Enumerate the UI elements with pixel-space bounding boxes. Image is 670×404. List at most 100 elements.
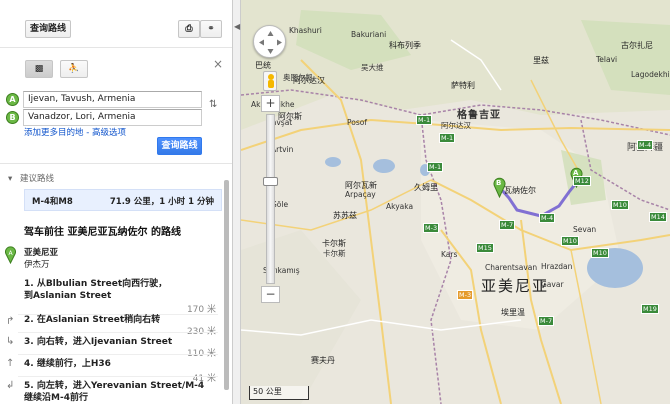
suggested-routes-label: 建议路线 (19, 174, 54, 184)
start-city: 伊杰万 (24, 260, 50, 270)
suggested-routes-header[interactable]: ▾ 建议路线 (8, 172, 54, 184)
highway-shield: M15 (476, 243, 494, 253)
highway-shield: M12 (573, 176, 591, 186)
divider (18, 376, 218, 377)
city-label: 里兹 (533, 56, 549, 65)
pegman-icon[interactable] (263, 71, 277, 91)
place-label: Bakuriani (351, 30, 387, 39)
print-button[interactable]: ⎙ (178, 20, 200, 38)
origin-input[interactable]: Ijevan, Tavush, Armenia (23, 91, 202, 108)
highway-shield: M14 (649, 212, 667, 222)
directions-heading: 驾车前往 亚美尼亚瓦纳佐尔 的路线 (24, 227, 181, 238)
step-5[interactable]: ↲ 5. 向左转，进入Yerevanian Street/M-4 继续沿M-4前行 (0, 380, 232, 404)
place-label: Kars (441, 250, 458, 259)
place-label: Khashuri (289, 26, 322, 35)
link-icon: ⚭ (207, 24, 215, 34)
lake (325, 157, 341, 167)
route-summary: 71.9 公里，1 小时 1 分钟 (109, 197, 214, 207)
city-label: 苏苏兹 (333, 211, 357, 220)
scale-label: 50 公里 (253, 387, 282, 396)
highway-shield: M-1 (427, 162, 444, 172)
divider (18, 354, 218, 355)
collapse-icon: ▾ (8, 174, 13, 184)
highway-shield: M-4 (637, 140, 654, 150)
get-directions-top-button[interactable]: 查询路线 (25, 20, 71, 38)
place-label: Posof (347, 118, 367, 127)
highway-shield: M-3 (457, 290, 474, 300)
close-icon[interactable]: × (213, 57, 223, 71)
panel-scrollbar[interactable] (224, 180, 229, 390)
step-text: 4. 继续前行，上H36 (24, 359, 111, 369)
add-destination-link[interactable]: 添加更多目的地 (24, 128, 84, 138)
destination-links: 添加更多目的地 - 高级选项 (24, 126, 126, 138)
place-label: Gavar (541, 280, 564, 289)
car-icon: ▩ (34, 64, 44, 74)
city-label: 久姆里 (414, 183, 438, 192)
place-label: Telavi (596, 55, 618, 64)
options-link[interactable]: 高级选项 (92, 128, 126, 138)
highway-shield: M-4 (539, 213, 556, 223)
scale-bar: 50 公里 (249, 386, 309, 400)
step-text: 5. 向左转，进入Yerevanian Street/M-4 继续沿M-4前行 (24, 380, 204, 404)
place-label: Lagodekhi (631, 70, 670, 79)
swap-icon[interactable]: ⇅ (209, 99, 217, 110)
place-label: 奥图尔凯 (283, 73, 313, 82)
step-line: 继续沿M-4前行 (24, 393, 88, 403)
step-line: 到Aslanian Street (24, 291, 112, 301)
marker-b-label: B (496, 179, 502, 187)
place-label: Sevan (573, 225, 597, 234)
destination-marker: B (6, 111, 19, 124)
city-label: 埃里温 (501, 308, 525, 317)
highway-shield: M-1 (416, 115, 433, 125)
city-label: 瓦纳佐尔 (504, 186, 536, 195)
origin-marker: A (6, 93, 19, 106)
highway-shield: M19 (641, 304, 659, 314)
step-line: 1. 从Blbulian Street向西行驶， (24, 279, 168, 289)
pan-control-icon (259, 31, 282, 54)
divider (18, 332, 218, 333)
route-option[interactable]: M-4和M8 71.9 公里，1 小时 1 分钟 (24, 189, 222, 211)
city-label: 古尔扎尼 (621, 41, 653, 50)
place-label: 吴大维 (361, 63, 384, 72)
mode-walk-button[interactable]: ⛹ (60, 60, 88, 78)
turn-slight-right-icon: ↱ (6, 316, 15, 327)
collapse-panel-icon: ◀ (234, 22, 241, 31)
step-text: 3. 向右转，进入Ijevanian Street (24, 337, 173, 347)
step-text: 2. 在Aslanian Street稍向右转 (24, 315, 161, 325)
place-label: Arpaçay (345, 190, 376, 199)
highway-shield: M-1 (439, 133, 456, 143)
link-separator: - (83, 128, 92, 138)
destination-input[interactable]: Vanadzor, Lori, Armenia (23, 109, 202, 126)
step-line: 5. 向左转，进入Yerevanian Street/M-4 (24, 381, 205, 391)
highway-shield: M10 (561, 236, 579, 246)
step-text: 1. 从Blbulian Street向西行驶， 到Aslanian Street (24, 278, 167, 302)
get-directions-button[interactable]: 查询路线 (157, 137, 202, 155)
map-view[interactable]: A B 格鲁吉亚 亚美尼亚 阿塞拜疆 久姆里 瓦纳佐尔 卡尔斯 阿尔瓦新 阿尔斯… (241, 0, 670, 404)
step-1[interactable]: 1. 从Blbulian Street向西行驶， 到Aslanian Street… (0, 278, 232, 315)
printer-icon: ⎙ (185, 24, 193, 34)
panel-toggle[interactable]: ◀ (232, 0, 241, 404)
divider (0, 47, 232, 48)
divider (0, 163, 232, 164)
zoom-slider-thumb[interactable] (263, 177, 278, 186)
country-label-georgia: 格鲁吉亚 (457, 110, 501, 121)
country-label-armenia: 亚美尼亚 (481, 277, 550, 295)
highway-shield: M-7 (499, 220, 516, 230)
zoom-in-button[interactable]: + (261, 95, 280, 112)
turn-right-icon: ↳ (6, 336, 15, 347)
link-button[interactable]: ⚭ (200, 20, 222, 38)
zoom-slider[interactable] (263, 114, 278, 284)
mode-car-button[interactable]: ▩ (25, 60, 53, 78)
start-country: 亚美尼亚 (24, 248, 59, 258)
place-label: 卡尔斯 (323, 249, 346, 258)
highway-shield: M-7 (538, 316, 555, 326)
pan-control[interactable] (253, 25, 286, 58)
city-label: 科布列季 (389, 41, 421, 50)
place-label: Hrazdan (541, 262, 573, 271)
lake (373, 159, 395, 173)
zoom-out-button[interactable]: − (261, 286, 280, 303)
route-name: M-4和M8 (32, 197, 73, 207)
directions-panel: 查询路线 ⎙ ⚭ ▩ ⛹ × A Ijevan, Tavush, Armenia… (0, 0, 232, 404)
place-label: Charentsavan (485, 263, 538, 272)
place-label: 阿尔达汉 (441, 121, 471, 130)
